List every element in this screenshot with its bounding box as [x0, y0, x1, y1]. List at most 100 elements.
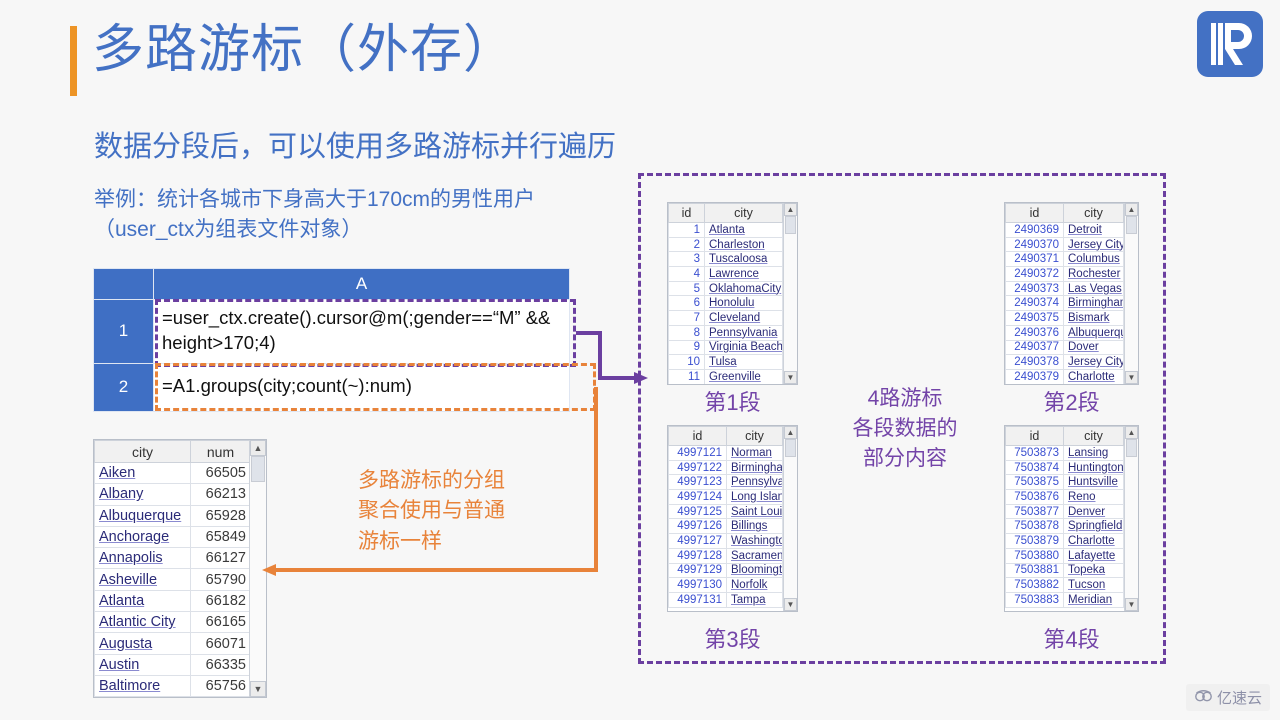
table-row[interactable]: Anchorage 65849	[94, 525, 249, 549]
table-row[interactable]: 4997121 Norman	[668, 445, 783, 461]
table-row[interactable]: 4997122Birmingham	[668, 459, 783, 476]
result-table-scrollbar[interactable]: ▲ ▼	[249, 440, 266, 697]
table-row[interactable]: 2490372 Rochester	[1005, 266, 1124, 282]
table-row[interactable]: Asheville 65790	[94, 568, 249, 591]
table-row[interactable]: 4 Lawrence	[668, 266, 783, 282]
table-row[interactable]: 2490379 Charlotte	[1005, 368, 1124, 384]
scroll-track[interactable]	[1125, 439, 1138, 598]
table-row[interactable]: 7503879 Charlotte	[1005, 533, 1124, 549]
scroll-thumb[interactable]	[1126, 216, 1137, 234]
table-row[interactable]: 6 Honolulu	[668, 295, 783, 312]
table-row[interactable]: 3 Tuscaloosa	[668, 251, 783, 268]
scroll-up-icon[interactable]: ▲	[784, 426, 797, 439]
segment-scrollbar[interactable]: ▲ ▼	[1124, 203, 1138, 384]
table-row[interactable]: Albuquerque 65928	[94, 504, 249, 527]
table-row[interactable]: 7503882 Tucson	[1005, 577, 1124, 593]
table-row[interactable]: 4997130 Norfolk	[668, 577, 783, 593]
result-cell-city: Albany	[94, 483, 191, 506]
scroll-down-icon[interactable]: ▼	[250, 681, 266, 697]
scroll-thumb[interactable]	[785, 216, 796, 234]
scroll-down-icon[interactable]: ▼	[1125, 371, 1138, 384]
formula-cell-a2[interactable]: =A1.groups(city;count(~):num)	[153, 362, 570, 412]
table-row[interactable]: Albany 66213	[94, 483, 249, 506]
result-cell-num: 66165	[190, 611, 249, 634]
segment-cell-city: Huntsville	[1063, 474, 1124, 491]
segment-cell-id: 7503880	[1005, 547, 1064, 564]
scroll-track[interactable]	[250, 456, 266, 681]
table-row[interactable]: 4997127Washington	[668, 533, 783, 549]
segment-cell-city: Reno	[1063, 489, 1124, 505]
segment-col-city: city	[1063, 203, 1124, 223]
table-row[interactable]: 7503877 Denver	[1005, 503, 1124, 520]
table-row[interactable]: 7503881 Topeka	[1005, 562, 1124, 579]
scroll-thumb[interactable]	[785, 439, 796, 457]
formula-cell-a1[interactable]: =user_ctx.create().cursor@m(;gender==“M”…	[153, 299, 570, 364]
table-row[interactable]: Augusta 66071	[94, 632, 249, 655]
table-row[interactable]: 1 Atlanta	[668, 222, 783, 238]
table-row[interactable]: 4997128Sacramento	[668, 547, 783, 564]
scroll-up-icon[interactable]: ▲	[1125, 426, 1138, 439]
table-row[interactable]: 7503880 Lafayette	[1005, 547, 1124, 564]
segment-cell-id: 5	[668, 280, 705, 297]
table-row[interactable]: Austin 66335	[94, 653, 249, 676]
table-row[interactable]: 5 OklahomaCity	[668, 280, 783, 297]
table-row[interactable]: 8 Pennsylvania	[668, 324, 783, 341]
scroll-track[interactable]	[784, 216, 797, 371]
scroll-up-icon[interactable]: ▲	[250, 440, 266, 456]
scroll-track[interactable]	[1125, 216, 1138, 371]
table-row[interactable]: 2490375 Bismark	[1005, 310, 1124, 326]
segment-cell-id: 7503874	[1005, 459, 1064, 476]
table-row[interactable]: 9 Virginia Beach	[668, 339, 783, 356]
table-row[interactable]: 2490378 Jersey City	[1005, 354, 1124, 370]
segment-scrollbar[interactable]: ▲ ▼	[783, 426, 797, 611]
segment-col-id: id	[1005, 426, 1064, 446]
table-row[interactable]: 2490369 Detroit	[1005, 222, 1124, 238]
scroll-up-icon[interactable]: ▲	[1125, 203, 1138, 216]
table-row[interactable]: 4997126 Billings	[668, 518, 783, 535]
result-cell-num: 66127	[190, 547, 249, 570]
segment-scrollbar[interactable]: ▲ ▼	[1124, 426, 1138, 611]
table-row[interactable]: 7503874 Huntington	[1005, 459, 1124, 476]
scroll-down-icon[interactable]: ▼	[784, 598, 797, 611]
table-row[interactable]: 2490370 Jersey City	[1005, 236, 1124, 253]
table-row[interactable]: 4997123Pennsylvania	[668, 474, 783, 491]
table-row[interactable]: 4997131 Tampa	[668, 591, 783, 608]
scroll-down-icon[interactable]: ▼	[1125, 598, 1138, 611]
table-row[interactable]: 7503875 Huntsville	[1005, 474, 1124, 491]
scroll-thumb[interactable]	[1126, 439, 1137, 457]
table-row[interactable]: 4997125 Saint Louis	[668, 503, 783, 520]
table-row[interactable]: 7 Cleveland	[668, 310, 783, 326]
table-row[interactable]: 7503873 Lansing	[1005, 445, 1124, 461]
segment-cell-city: Birmingham	[1063, 295, 1124, 312]
segment-cell-city: Norfolk	[726, 577, 783, 593]
table-row[interactable]: 2490371 Columbus	[1005, 251, 1124, 268]
table-row[interactable]: 7503878 Springfield	[1005, 518, 1124, 535]
table-row[interactable]: 4997124Long Island	[668, 489, 783, 505]
table-row[interactable]: 11 Greenville	[668, 368, 783, 384]
segment-cell-id: 2490377	[1005, 339, 1064, 356]
table-row[interactable]: Baltimore 65756	[94, 674, 249, 697]
table-row[interactable]: Annapolis 66127	[94, 547, 249, 570]
scroll-track[interactable]	[784, 439, 797, 598]
scroll-thumb[interactable]	[251, 456, 265, 482]
table-row[interactable]: 4997129Bloomington	[668, 562, 783, 579]
table-row[interactable]: 2490376Albuquerque	[1005, 324, 1124, 341]
table-row[interactable]: 7503876 Reno	[1005, 489, 1124, 505]
segment-cell-city: Dover	[1063, 339, 1124, 356]
segment-cell-id: 10	[668, 354, 705, 370]
segment-col-id: id	[1005, 203, 1064, 223]
segment-cell-city: Greenville	[704, 368, 783, 384]
table-row[interactable]: 2490374 Birmingham	[1005, 295, 1124, 312]
table-row[interactable]: Atlanta 66182	[94, 589, 249, 613]
table-row[interactable]: 7503883 Meridian	[1005, 591, 1124, 608]
segment-cell-city: Columbus	[1063, 251, 1124, 268]
table-row[interactable]: 2490373 Las Vegas	[1005, 280, 1124, 297]
table-row[interactable]: 2490377 Dover	[1005, 339, 1124, 356]
table-row[interactable]: Atlantic City 66165	[94, 611, 249, 634]
table-row[interactable]: 10 Tulsa	[668, 354, 783, 370]
table-row[interactable]: 2 Charleston	[668, 236, 783, 253]
table-row[interactable]: Aiken 66505	[94, 461, 249, 485]
scroll-up-icon[interactable]: ▲	[784, 203, 797, 216]
segment-scrollbar[interactable]: ▲ ▼	[783, 203, 797, 384]
scroll-down-icon[interactable]: ▼	[784, 371, 797, 384]
